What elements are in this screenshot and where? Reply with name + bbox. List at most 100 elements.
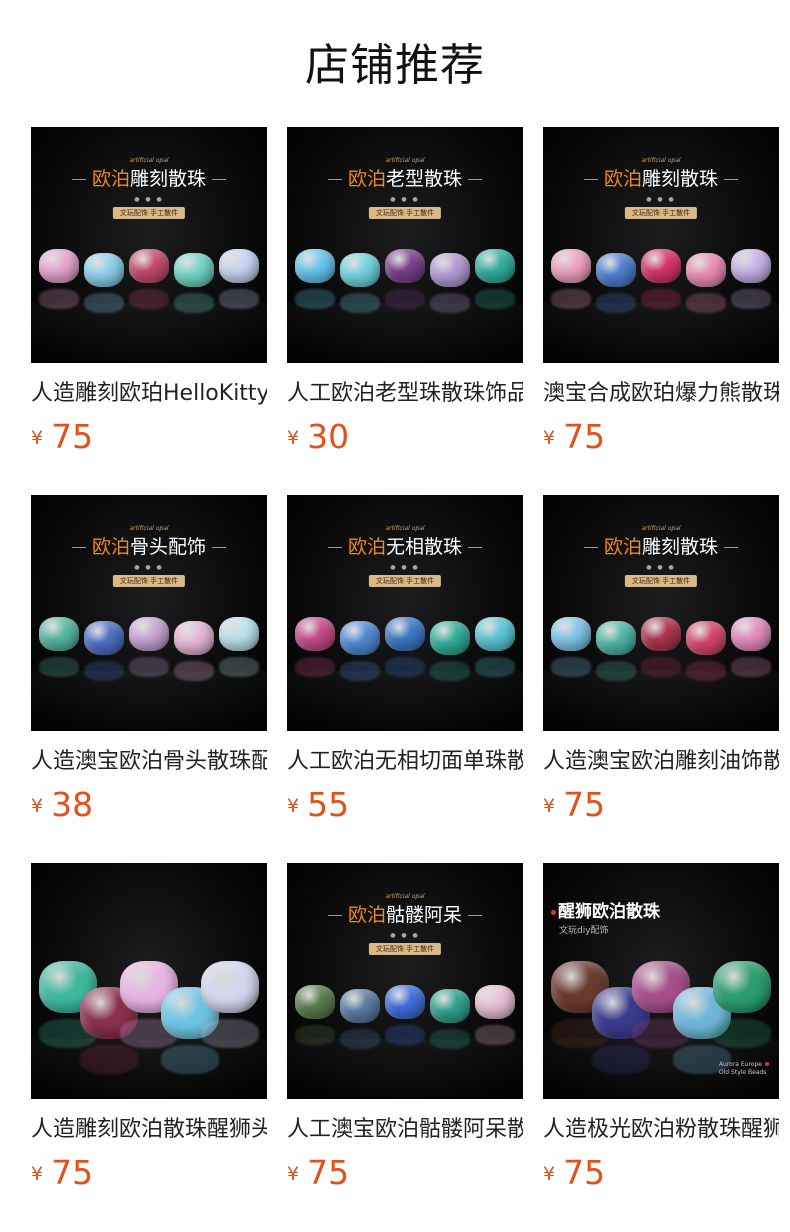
page-title: 店铺推荐 <box>305 40 485 91</box>
product-name[interactable]: 澳宝合成欧珀爆力熊散珠 <box>543 377 779 411</box>
product-card[interactable]: artificial opal 欧泊老型散珠 ● ● ● 文玩配饰 手工散件 人工欧泊老… <box>287 127 523 457</box>
product-price: ¥75 <box>31 1153 267 1193</box>
currency-symbol: ¥ <box>31 795 44 817</box>
currency-symbol: ¥ <box>31 1163 44 1185</box>
bead <box>295 249 335 283</box>
banner-dots: ● ● ● <box>646 196 676 203</box>
image-reflection <box>31 1039 267 1099</box>
product-card[interactable]: 人造雕刻欧泊散珠醒狮头 ¥75 <box>31 863 267 1193</box>
banner-dots: ● ● ● <box>134 564 164 571</box>
price-amount: 55 <box>307 785 350 824</box>
product-image[interactable]: artificial opal 欧泊雕刻散珠 ● ● ● 文玩配饰 手工散件 <box>31 127 267 363</box>
image-tag-pill: 文玩配饰 手工散件 <box>368 207 442 219</box>
product-card[interactable]: artificial opal 欧泊骷髅阿呆 ● ● ● 文玩配饰 手工散件 人工澳宝欧… <box>287 863 523 1193</box>
product-image[interactable]: artificial opal 欧泊老型散珠 ● ● ● 文玩配饰 手工散件 <box>287 127 523 363</box>
product-price: ¥75 <box>287 1153 523 1193</box>
banner-dash <box>468 547 483 548</box>
bead <box>219 249 259 283</box>
currency-symbol: ¥ <box>287 1163 300 1185</box>
product-image[interactable]: artificial opal 欧泊骨头配饰 ● ● ● 文玩配饰 手工散件 <box>31 495 267 731</box>
price-amount: 30 <box>307 417 350 456</box>
price-amount: 75 <box>563 417 606 456</box>
product-name[interactable]: 人造极光欧泊粉散珠醒狮 <box>543 1113 779 1147</box>
bead <box>340 989 380 1023</box>
banner-dash <box>583 179 598 180</box>
product-price: ¥55 <box>287 785 523 825</box>
image-tag-pill: 文玩配饰 手工散件 <box>112 575 186 587</box>
currency-symbol: ¥ <box>287 795 300 817</box>
product-card[interactable]: artificial opal 欧泊雕刻散珠 ● ● ● 文玩配饰 手工散件人造澳宝欧… <box>543 495 779 825</box>
banner-dots: ● ● ● <box>390 564 420 571</box>
image-eyebrow-text: artificial opal <box>385 157 425 164</box>
currency-symbol: ¥ <box>543 427 556 449</box>
bead <box>39 249 79 283</box>
image-tag-pill: 文玩配饰 手工散件 <box>624 575 698 587</box>
banner-highlight: 欧泊 <box>603 168 642 190</box>
banner-dash <box>327 547 342 548</box>
bead <box>201 961 259 1013</box>
image-eyebrow-text: artificial opal <box>641 157 681 164</box>
product-card[interactable]: artificial opal 欧泊无相散珠 ● ● ● 文玩配饰 手工散件 人工欧泊无… <box>287 495 523 825</box>
bead <box>385 617 425 651</box>
product-beads-photo <box>543 607 779 681</box>
product-card[interactable]: artificial opal 欧泊雕刻散珠 ● ● ● 文玩配饰 手工散件 人造雕刻欧… <box>31 127 267 457</box>
banner-text: 雕刻散珠 <box>130 168 207 190</box>
bead <box>84 621 124 655</box>
bead <box>731 249 771 283</box>
currency-symbol: ¥ <box>543 795 556 817</box>
image-reflection <box>287 1039 523 1099</box>
product-beads-photo <box>31 239 267 313</box>
banner-dots: ● ● ● <box>390 196 420 203</box>
banner-text: 无相散珠 <box>386 536 463 558</box>
bead <box>713 961 771 1013</box>
red-dot-icon <box>551 910 556 915</box>
banner-dash <box>71 547 86 548</box>
product-image[interactable]: 醒狮欧泊散珠文玩diy配饰Aurora EuropeOld Style Bead… <box>543 863 779 1099</box>
image-eyebrow-text: artificial opal <box>385 525 425 532</box>
product-image[interactable]: artificial opal 欧泊骷髅阿呆 ● ● ● 文玩配饰 手工散件 <box>287 863 523 1099</box>
bead <box>295 985 335 1019</box>
image-banner: 欧泊无相散珠 <box>287 535 523 559</box>
image-reflection <box>543 671 779 731</box>
banner-text: 骷髅阿呆 <box>386 904 463 926</box>
product-image[interactable]: artificial opal 欧泊无相散珠 ● ● ● 文玩配饰 手工散件 <box>287 495 523 731</box>
bead <box>475 617 515 651</box>
banner-highlight: 欧泊 <box>347 168 386 190</box>
image-tag-pill: 文玩配饰 手工散件 <box>368 943 442 955</box>
product-name[interactable]: 人造雕刻欧珀HelloKitty猫头散珠 <box>31 377 267 411</box>
product-price: ¥75 <box>543 785 779 825</box>
banner-dash <box>327 915 342 916</box>
image-subtitle: 文玩diy配饰 <box>559 926 609 936</box>
image-tag-pill: 文玩配饰 手工散件 <box>112 207 186 219</box>
bead <box>475 985 515 1019</box>
banner-dash <box>327 179 342 180</box>
product-card[interactable]: 醒狮欧泊散珠文玩diy配饰Aurora EuropeOld Style Bead… <box>543 863 779 1193</box>
banner-dash <box>724 179 739 180</box>
banner-dash <box>724 547 739 548</box>
bead <box>551 249 591 283</box>
product-name[interactable]: 人造澳宝欧泊骨头散珠配饰 <box>31 745 267 779</box>
product-price: ¥75 <box>543 1153 779 1193</box>
image-banner: 欧泊雕刻散珠 <box>543 167 779 191</box>
product-image[interactable] <box>31 863 267 1099</box>
product-beads-photo <box>31 607 267 681</box>
product-card[interactable]: artificial opal 欧泊骨头配饰 ● ● ● 文玩配饰 手工散件 人造澳宝欧… <box>31 495 267 825</box>
product-image[interactable]: artificial opal 欧泊雕刻散珠 ● ● ● 文玩配饰 手工散件 <box>543 127 779 363</box>
product-card[interactable]: artificial opal 欧泊雕刻散珠 ● ● ● 文玩配饰 手工散件 澳宝合成欧… <box>543 127 779 457</box>
product-name[interactable]: 人工欧泊老型珠散珠饰品 <box>287 377 523 411</box>
banner-dots: ● ● ● <box>134 196 164 203</box>
bead <box>641 249 681 283</box>
product-name[interactable]: 人工欧泊无相切面单珠散珠 <box>287 745 523 779</box>
product-price: ¥38 <box>31 785 267 825</box>
image-eyebrow-text: artificial opal <box>129 157 169 164</box>
bead <box>129 249 169 283</box>
product-image[interactable]: artificial opal 欧泊雕刻散珠 ● ● ● 文玩配饰 手工散件 <box>543 495 779 731</box>
product-name[interactable]: 人工澳宝欧泊骷髅阿呆散珠 <box>287 1113 523 1147</box>
bead <box>295 617 335 651</box>
banner-dash <box>212 179 227 180</box>
banner-dash <box>468 915 483 916</box>
image-title: 醒狮欧泊散珠 <box>551 897 660 922</box>
banner-dots: ● ● ● <box>390 932 420 939</box>
product-name[interactable]: 人造雕刻欧泊散珠醒狮头 <box>31 1113 267 1147</box>
product-name[interactable]: 人造澳宝欧泊雕刻油饰散珠 <box>543 745 779 779</box>
